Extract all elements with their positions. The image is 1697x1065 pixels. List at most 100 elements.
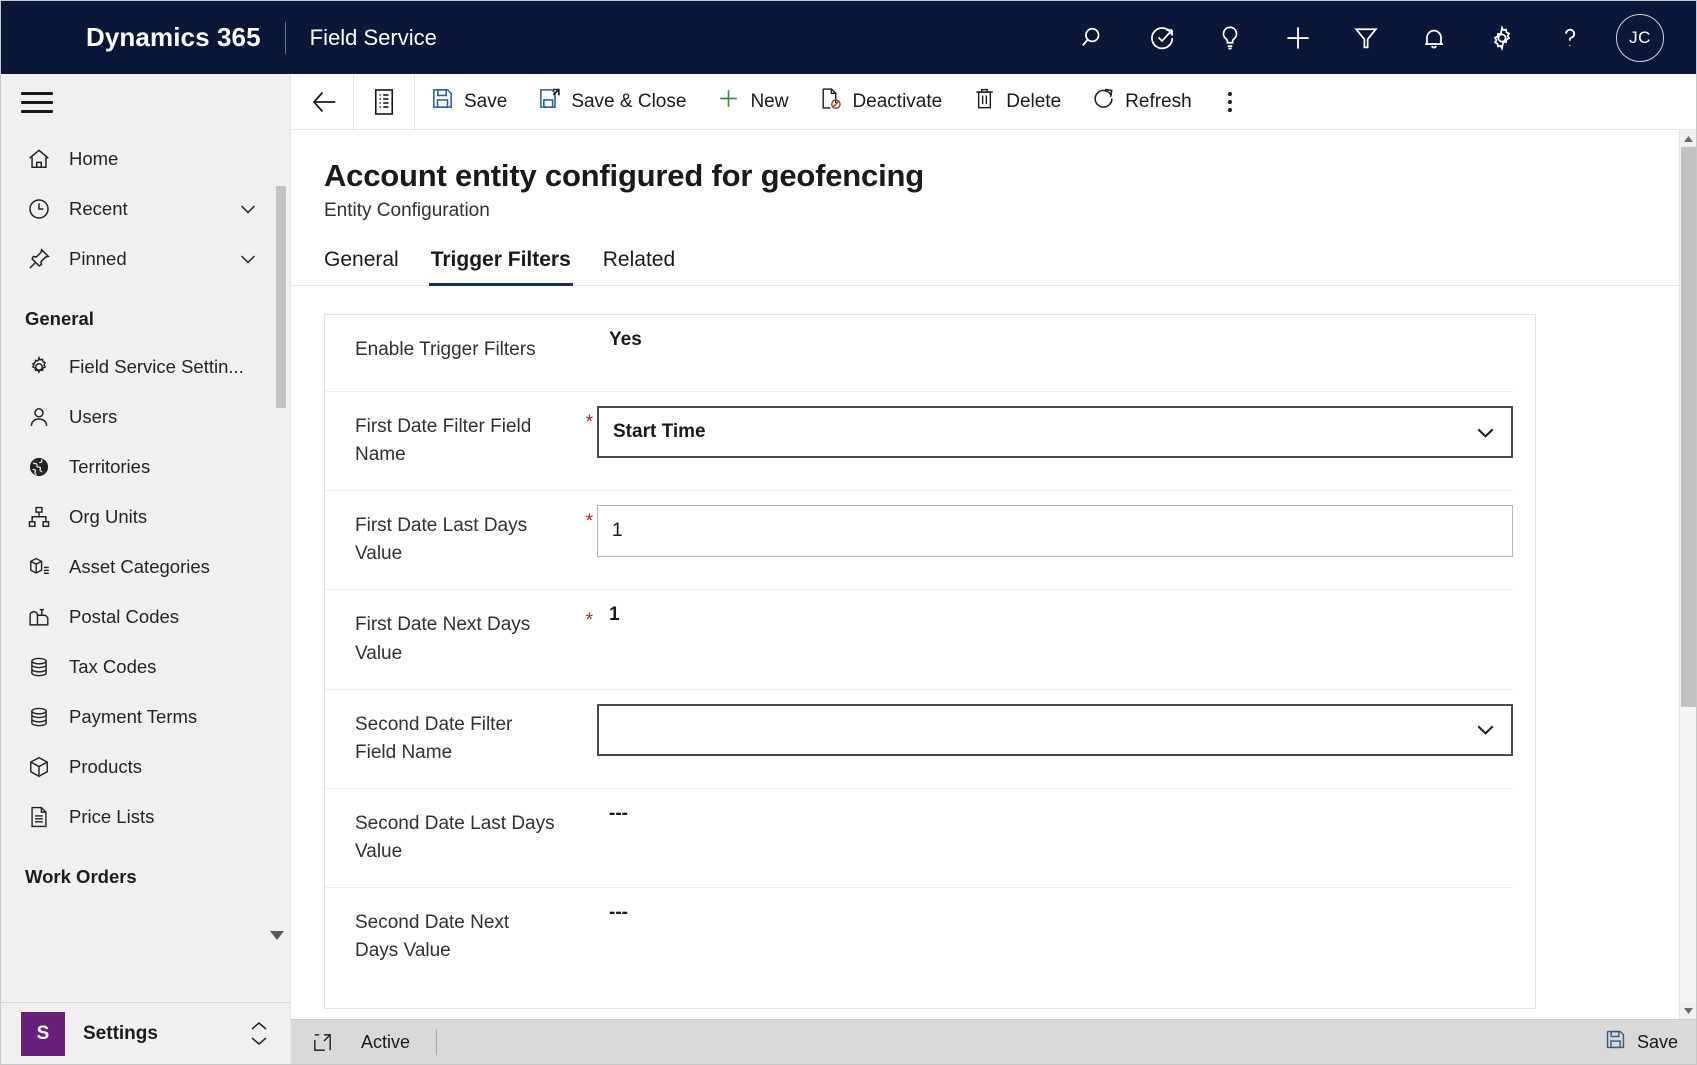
trigger-filters-panel: Enable Trigger Filters * Yes First Date … (324, 314, 1536, 1010)
sidebar-item-label: Products (69, 756, 143, 777)
clock-icon (21, 196, 57, 222)
refresh-button-label: Refresh (1125, 90, 1192, 112)
chevron-down-icon[interactable] (1472, 716, 1499, 743)
gear-icon (21, 354, 57, 380)
sidebar-scrollbar[interactable] (276, 182, 286, 942)
refresh-icon (1091, 86, 1116, 117)
chevron-up-down-icon[interactable] (248, 1021, 270, 1046)
sidebar-item-org-units[interactable]: Org Units (1, 492, 290, 542)
field-control-wrap (597, 688, 1513, 770)
tab-related[interactable]: Related (587, 248, 691, 285)
popout-icon[interactable] (305, 1031, 339, 1054)
scroll-up-arrow-icon[interactable] (1680, 130, 1696, 147)
asset-category-icon (21, 554, 57, 580)
avatar[interactable]: JC (1616, 13, 1664, 62)
chevron-down-icon[interactable] (1472, 419, 1499, 446)
sidebar-item-users[interactable]: Users (1, 392, 290, 442)
refresh-button[interactable]: Refresh (1076, 74, 1207, 130)
document-list-icon (21, 804, 57, 830)
sidebar-scroll-region: Home Recent Pinned General Field Service… (1, 130, 290, 1002)
field-label: First Date Last Days Value (355, 515, 528, 565)
tab-general[interactable]: General (324, 248, 415, 285)
sidebar-item-products[interactable]: Products (1, 742, 290, 792)
sidebar-item-price-lists[interactable]: Price Lists (1, 792, 290, 842)
lightbulb-icon[interactable] (1196, 1, 1264, 74)
tab-trigger-filters[interactable]: Trigger Filters (415, 248, 587, 286)
question-icon[interactable] (1536, 1, 1604, 74)
delete-button[interactable]: Delete (957, 74, 1076, 130)
field-control-wrap: --- (597, 787, 1513, 839)
save-and-close-button[interactable]: Save & Close (522, 74, 701, 130)
new-button[interactable]: New (701, 74, 803, 130)
field-label-wrap: Second Date Next Days Value * (325, 887, 597, 986)
first-date-next-days-value[interactable]: 1 (597, 604, 620, 626)
sidebar-item-recent[interactable]: Recent (1, 184, 290, 234)
dot (1227, 91, 1232, 96)
scroll-down-arrow-icon[interactable] (1680, 1002, 1696, 1019)
status-divider (436, 1029, 438, 1055)
search-icon[interactable] (1060, 1, 1128, 74)
entity-name: Entity Configuration (324, 200, 490, 221)
person-icon (21, 404, 57, 430)
sidebar-item-label: Asset Categories (69, 556, 210, 577)
deactivate-button[interactable]: Deactivate (803, 74, 957, 130)
status-save-button[interactable]: Save (1604, 1028, 1678, 1056)
field-control-wrap: 1 (597, 490, 1513, 571)
stack-icon (21, 704, 57, 730)
command-bar: Save Save & Close New Deactivate Delete … (291, 73, 1696, 130)
record-header: Account entity configured for geofencing… (291, 130, 1696, 222)
hamburger-icon (21, 86, 53, 119)
sidebar-item-home[interactable]: Home (1, 134, 290, 184)
trash-icon (972, 86, 997, 117)
app-name[interactable]: Field Service (310, 25, 437, 51)
sidebar-item-field-service-settings[interactable]: Field Service Settin... (1, 342, 290, 392)
gear-icon[interactable] (1468, 1, 1536, 74)
site-map-toggle-button[interactable] (1, 74, 290, 130)
save-button[interactable]: Save (415, 74, 522, 130)
filter-funnel-icon[interactable] (1332, 1, 1400, 74)
field-control-wrap: Yes (597, 315, 1513, 365)
sidebar-item-label: Price Lists (69, 806, 155, 827)
form-scrollbar-thumb[interactable] (1681, 147, 1696, 707)
sidebar: Home Recent Pinned General Field Service… (1, 74, 291, 1064)
sidebar-item-postal-codes[interactable]: Postal Codes (1, 592, 290, 642)
form-selector-button[interactable] (354, 74, 414, 130)
first-date-filter-field-name-select[interactable]: Start Time (597, 406, 1513, 458)
sidebar-item-tax-codes[interactable]: Tax Codes (1, 642, 290, 692)
first-date-last-days-value-input[interactable]: 1 (597, 505, 1513, 558)
form-scrollbar[interactable] (1679, 130, 1696, 1019)
field-row-second-date-filter-field-name: Second Date Filter Field Name * (325, 688, 1535, 788)
back-button[interactable] (297, 74, 353, 130)
form-area: Account entity configured for geofencing… (291, 130, 1696, 1019)
field-label-wrap: First Date Last Days Value * (325, 490, 597, 589)
assistant-check-icon[interactable] (1128, 1, 1196, 74)
sidebar-item-label: Payment Terms (69, 706, 198, 727)
sidebar-item-territories[interactable]: Territories (1, 442, 290, 492)
second-date-next-days-value[interactable]: --- (597, 902, 628, 924)
sidebar-item-pinned[interactable]: Pinned (1, 234, 290, 284)
new-button-label: New (750, 90, 789, 112)
status-badge: Active (361, 1031, 411, 1052)
sidebar-group-general: General (25, 308, 94, 329)
area-switcher[interactable]: S Settings (1, 1002, 290, 1064)
field-label: Second Date Next Days Value (355, 912, 510, 962)
sidebar-item-asset-categories[interactable]: Asset Categories (1, 542, 290, 592)
brand-area: Dynamics 365 Field Service (1, 21, 437, 54)
more-commands-button[interactable] (1207, 74, 1253, 130)
plus-icon[interactable] (1264, 1, 1332, 74)
sidebar-scroll-down-arrow[interactable] (270, 931, 284, 940)
sidebar-item-label: Field Service Settin... (69, 356, 244, 377)
product-brand[interactable]: Dynamics 365 (86, 22, 261, 53)
field-row-enable-trigger-filters: Enable Trigger Filters * Yes (325, 315, 1535, 391)
sidebar-scrollbar-thumb[interactable] (276, 186, 286, 408)
sidebar-item-payment-terms[interactable]: Payment Terms (1, 692, 290, 742)
enable-trigger-filters-value[interactable]: Yes (597, 329, 642, 351)
bell-icon[interactable] (1400, 1, 1468, 74)
topbar-icon-group: JC (1060, 1, 1674, 74)
second-date-filter-field-name-select[interactable] (597, 703, 1513, 756)
field-label: Second Date Filter Field Name (355, 713, 513, 763)
second-date-last-days-value[interactable]: --- (597, 803, 628, 825)
field-label-wrap: Enable Trigger Filters * (325, 315, 597, 385)
field-label-wrap: First Date Filter Field Name * (325, 391, 597, 490)
status-bar: Active Save (291, 1019, 1696, 1064)
